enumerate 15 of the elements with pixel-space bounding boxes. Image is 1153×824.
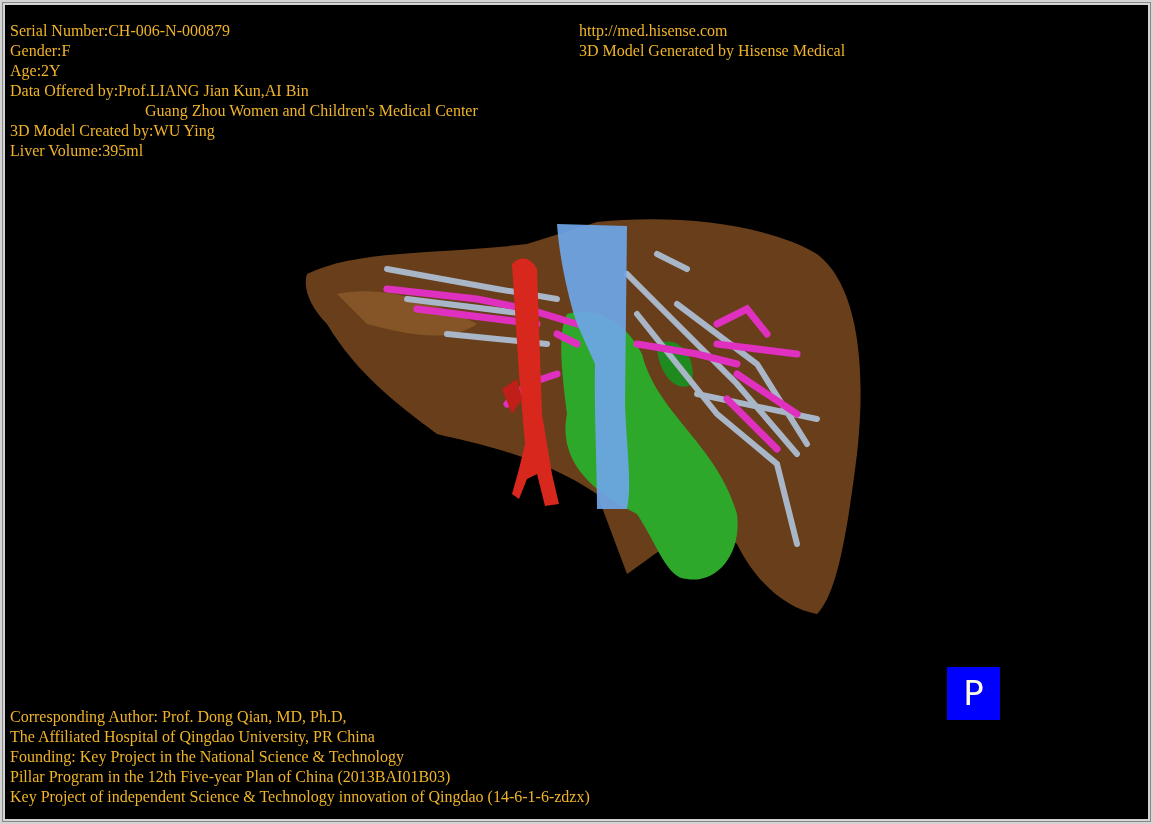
info-text: 3D Model Created by:WU Ying <box>10 121 216 141</box>
info-text: http://med.hisense.com <box>579 21 729 41</box>
info-text: Liver Volume:395ml <box>10 141 145 161</box>
info-text: Age:2Y <box>10 61 62 81</box>
info-text: The Affiliated Hospital of Qingdao University, PR China <box>10 727 376 747</box>
info-text: Data Offered by:Prof.LIANG Jian Kun,AI Bin <box>10 81 310 101</box>
info-text: Pillar Program in the 12th Five-year Plan of China (2013BAI01B03) <box>10 767 452 787</box>
info-text: 3D Model Generated by Hisense Medical <box>579 41 847 61</box>
info-text: Corresponding Author: Prof. Dong Qian, MD, Ph.D, <box>10 707 348 727</box>
info-text: Key Project of independent Science & Technology innovation of Qingdao (14-6-1-6-zdzx) <box>10 787 590 807</box>
info-text: Serial Number:CH-006-N-000879 <box>10 21 231 41</box>
projection-button[interactable]: P <box>947 667 1000 720</box>
info-text: Guang Zhou Women and Children's Medical Center <box>144 101 479 121</box>
info-text: Founding: Key Project in the National Science & Technology <box>10 747 406 767</box>
info-text: Gender:F <box>10 41 72 61</box>
